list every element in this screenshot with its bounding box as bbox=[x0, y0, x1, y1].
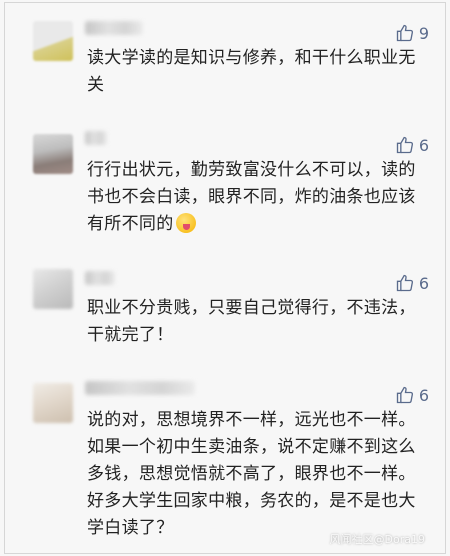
avatar[interactable] bbox=[33, 134, 73, 174]
comment-text: 说的对，思想境界不一样，远光也不一样。如果一个初中生卖油条，说不定赚不到这么多钱… bbox=[87, 410, 416, 538]
comment-list: 9 读大学读的是知识与修养，和干什么职业无关 6 行行出状元，勤劳致富没什么不可… bbox=[4, 2, 446, 554]
username[interactable] bbox=[85, 131, 107, 145]
like-button[interactable]: 6 bbox=[395, 273, 429, 293]
avatar[interactable] bbox=[33, 269, 73, 309]
thumbs-up-icon bbox=[396, 136, 413, 154]
like-button[interactable]: 6 bbox=[395, 135, 429, 155]
thumbs-up-icon bbox=[396, 386, 413, 404]
username[interactable] bbox=[85, 271, 115, 285]
comment-text: 职业不分贵贱，只要自己觉得行，不违法，干就完了！ bbox=[87, 298, 416, 345]
avatar[interactable] bbox=[33, 21, 73, 61]
like-button[interactable]: 6 bbox=[395, 385, 429, 405]
like-count: 6 bbox=[418, 135, 429, 155]
comment-text-body: 行行出状元，勤劳致富没什么不可以，读的书也不会白读，眼界不同，炸的油条也应该有所… bbox=[87, 160, 416, 234]
comment-text: 行行出状元，勤劳致富没什么不可以，读的书也不会白读，眼界不同，炸的油条也应该有所… bbox=[87, 157, 427, 238]
thumbs-up-icon bbox=[396, 24, 413, 42]
tongue-out-emoji-icon bbox=[175, 213, 196, 233]
thumbs-up-icon bbox=[396, 274, 413, 292]
watermark: 风闻社区@Dora19 bbox=[329, 533, 425, 546]
username[interactable] bbox=[85, 21, 143, 35]
like-count: 9 bbox=[418, 23, 429, 43]
avatar[interactable] bbox=[33, 383, 73, 423]
comment-text: 读大学读的是知识与修养，和干什么职业无关 bbox=[87, 48, 416, 95]
username[interactable] bbox=[85, 381, 195, 395]
like-count: 6 bbox=[418, 385, 429, 405]
like-count: 6 bbox=[418, 273, 429, 293]
like-button[interactable]: 9 bbox=[395, 23, 429, 43]
